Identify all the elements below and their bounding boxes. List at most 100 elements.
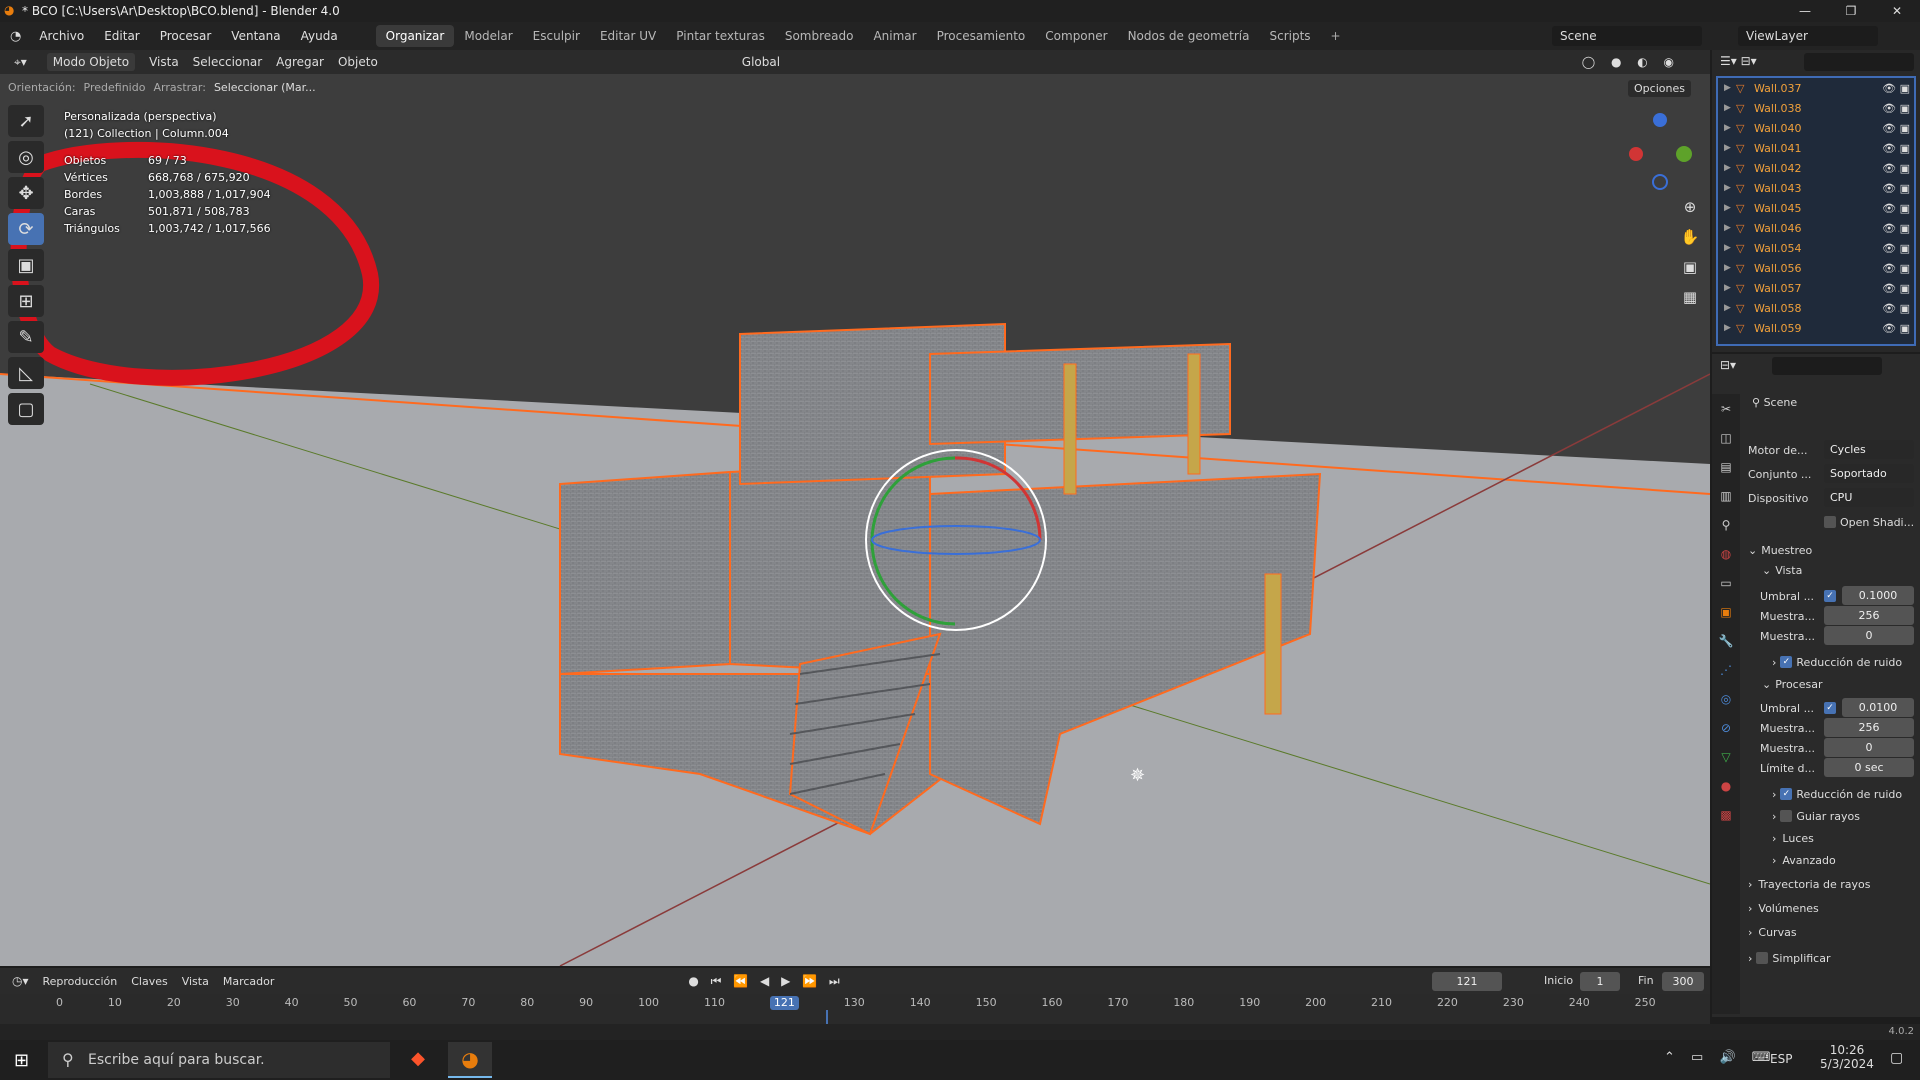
device-dropdown[interactable]: CPU [1824,488,1914,507]
maximize-button[interactable]: ❐ [1828,0,1874,22]
taskbar-search-input[interactable]: ⚲ Escribe aquí para buscar. [48,1042,390,1078]
list-item[interactable]: ▶ ▽ Wall.042 👁 ▣ [1718,158,1914,178]
close-button[interactable]: ✕ [1874,0,1920,22]
scale-tool-icon[interactable]: ▣ [8,249,44,281]
move-tool-icon[interactable]: ✥ [8,177,44,209]
menu-vista[interactable]: Vista [149,55,179,69]
select-mode-dropdown[interactable]: Seleccionar (Mar... [214,81,316,94]
tab-componer[interactable]: Componer [1035,25,1117,47]
constraints-tab-icon[interactable]: ⊘ [1712,713,1740,742]
playhead[interactable] [826,1010,828,1024]
language-indicator[interactable]: ESP [1770,1052,1792,1066]
lights-subpanel[interactable]: › Luces [1772,828,1814,848]
clock[interactable]: 10:26 5/3/2024 [1812,1043,1882,1071]
list-item[interactable]: ▶ ▽ Wall.058 👁 ▣ [1718,298,1914,318]
light-paths-panel[interactable]: › Trayectoria de rayos [1748,874,1870,894]
list-item[interactable]: ▶ ▽ Wall.043 👁 ▣ [1718,178,1914,198]
object-tab-icon[interactable]: ▣ [1712,597,1740,626]
minimize-button[interactable]: — [1782,0,1828,22]
list-item[interactable]: ▶ ▽ Wall.041 👁 ▣ [1718,138,1914,158]
render-threshold-checkbox[interactable]: ✓ [1824,698,1840,718]
notifications-icon[interactable]: ▢ [1890,1050,1903,1066]
noise-threshold-field[interactable]: 0.1000 [1842,586,1914,605]
tool-tab-icon[interactable]: ✂ [1712,394,1740,423]
list-item[interactable]: ▶ ▽ Wall.046 👁 ▣ [1718,218,1914,238]
tab-esculpir[interactable]: Esculpir [523,25,590,47]
data-tab-icon[interactable]: ▽ [1712,742,1740,771]
sampling-panel-header[interactable]: ⌄ Muestreo [1748,540,1812,560]
start-frame-field[interactable]: 1 [1580,972,1620,991]
brave-browser-icon[interactable]: ◆ [400,1048,436,1074]
list-item[interactable]: ▶ ▽ Wall.040 👁 ▣ [1718,118,1914,138]
list-item[interactable]: ▶ ▽ Wall.057 👁 ▣ [1718,278,1914,298]
tab-modelar[interactable]: Modelar [454,25,522,47]
list-item[interactable]: ▶ ▽ Wall.056 👁 ▣ [1718,258,1914,278]
texture-tab-icon[interactable]: ▩ [1712,800,1740,829]
scene-tab-icon[interactable]: ⚲ [1712,510,1740,539]
menu-agregar[interactable]: Agregar [276,55,324,69]
orientation-default[interactable]: Predefinido [84,81,146,94]
path-guiding-checkbox[interactable]: › Guiar rayos [1772,806,1860,826]
tab-scripts[interactable]: Scripts [1259,25,1320,47]
advanced-subpanel[interactable]: › Avanzado [1772,850,1836,870]
viewport-subpanel-header[interactable]: ⌄ Vista [1762,560,1802,580]
view-layer-tab-icon[interactable]: ▥ [1712,481,1740,510]
list-item[interactable]: ▶ ▽ Wall.038 👁 ▣ [1718,98,1914,118]
list-item[interactable]: ▶ ▽ Wall.037 👁 ▣ [1718,78,1914,98]
list-item[interactable]: ▶ ▽ Wall.059 👁 ▣ [1718,318,1914,338]
tab-organizar[interactable]: Organizar [375,25,455,47]
properties-search-input[interactable] [1772,357,1882,375]
simplify-panel[interactable]: › Simplificar [1748,948,1831,968]
render-threshold-field[interactable]: 0.0100 [1842,698,1914,717]
world-tab-icon[interactable]: ◍ [1712,539,1740,568]
tab-pintar-texturas[interactable]: Pintar texturas [666,25,775,47]
blender-taskbar-icon[interactable]: ◕ [448,1042,492,1078]
timeline-ruler[interactable]: 0 10 20 30 40 50 60 70 80 90 100 110 121 130 140 150 160… [0,994,1710,1024]
time-limit-field[interactable]: 0 sec [1824,758,1914,777]
tab-animar[interactable]: Animar [863,25,926,47]
orientation-dropdown[interactable]: Global [742,55,780,69]
add-cube-tool-icon[interactable]: ▢ [8,393,44,425]
particles-tab-icon[interactable]: ⋰ [1712,655,1740,684]
outliner-search-input[interactable] [1804,53,1914,71]
zoom-icon[interactable]: ⊕ [1676,192,1704,222]
grid-icon[interactable]: ▦ [1676,282,1704,312]
menu-ayuda[interactable]: Ayuda [291,29,348,43]
material-tab-icon[interactable]: ● [1712,771,1740,800]
outliner-header-icons[interactable]: ☰▾ ⊟▾ [1720,54,1757,68]
render-min-samples-field[interactable]: 0 [1824,738,1914,757]
mode-dropdown[interactable]: Modo Objeto [46,53,136,71]
measure-tool-icon[interactable]: ◺ [8,357,44,389]
nav-gizmo-neg-z[interactable] [1652,174,1668,190]
viewlayer-selector[interactable]: ViewLayer [1738,26,1878,46]
select-tool-icon[interactable]: ➚ [8,105,44,137]
render-engine-dropdown[interactable]: Cycles [1824,440,1914,459]
menu-editar[interactable]: Editar [94,29,150,43]
windows-start-icon[interactable]: ⊞ [14,1050,29,1071]
current-frame-field[interactable]: 121 [1432,972,1502,991]
collection-tab-icon[interactable]: ▭ [1712,568,1740,597]
annotate-tool-icon[interactable]: ✎ [8,321,44,353]
add-workspace-icon[interactable]: + [1321,25,1351,47]
output-tab-icon[interactable]: ▤ [1712,452,1740,481]
volumes-panel[interactable]: › Volúmenes [1748,898,1819,918]
options-button[interactable]: Opciones [1628,80,1691,97]
cursor-tool-icon[interactable]: ◎ [8,141,44,173]
transform-tool-icon[interactable]: ⊞ [8,285,44,317]
render-max-samples-field[interactable]: 256 [1824,718,1914,737]
timeline-editor-icon[interactable]: ◷▾ [12,974,29,988]
render-denoise-checkbox[interactable]: › ✓ Reducción de ruido [1772,784,1902,804]
render-subpanel-header[interactable]: ⌄ Procesar [1762,674,1822,694]
rotate-tool-icon[interactable]: ⟳ [8,213,44,245]
menu-archivo[interactable]: Archivo [29,29,94,43]
keying-menu[interactable]: Claves [131,975,168,988]
pan-hand-icon[interactable]: ✋ [1676,222,1704,252]
max-samples-field[interactable]: 256 [1824,606,1914,625]
tab-editar-uv[interactable]: Editar UV [590,25,666,47]
end-frame-field[interactable]: 300 [1662,972,1704,991]
render-tab-icon[interactable]: ◫ [1712,423,1740,452]
physics-tab-icon[interactable]: ◎ [1712,684,1740,713]
shading-buttons[interactable]: ◯ ● ◐ ◉ [1582,55,1680,69]
tray-icons[interactable]: ⌃ ▭ 🔊 ⌨ [1664,1050,1777,1065]
nav-gizmo-x[interactable] [1629,147,1643,161]
